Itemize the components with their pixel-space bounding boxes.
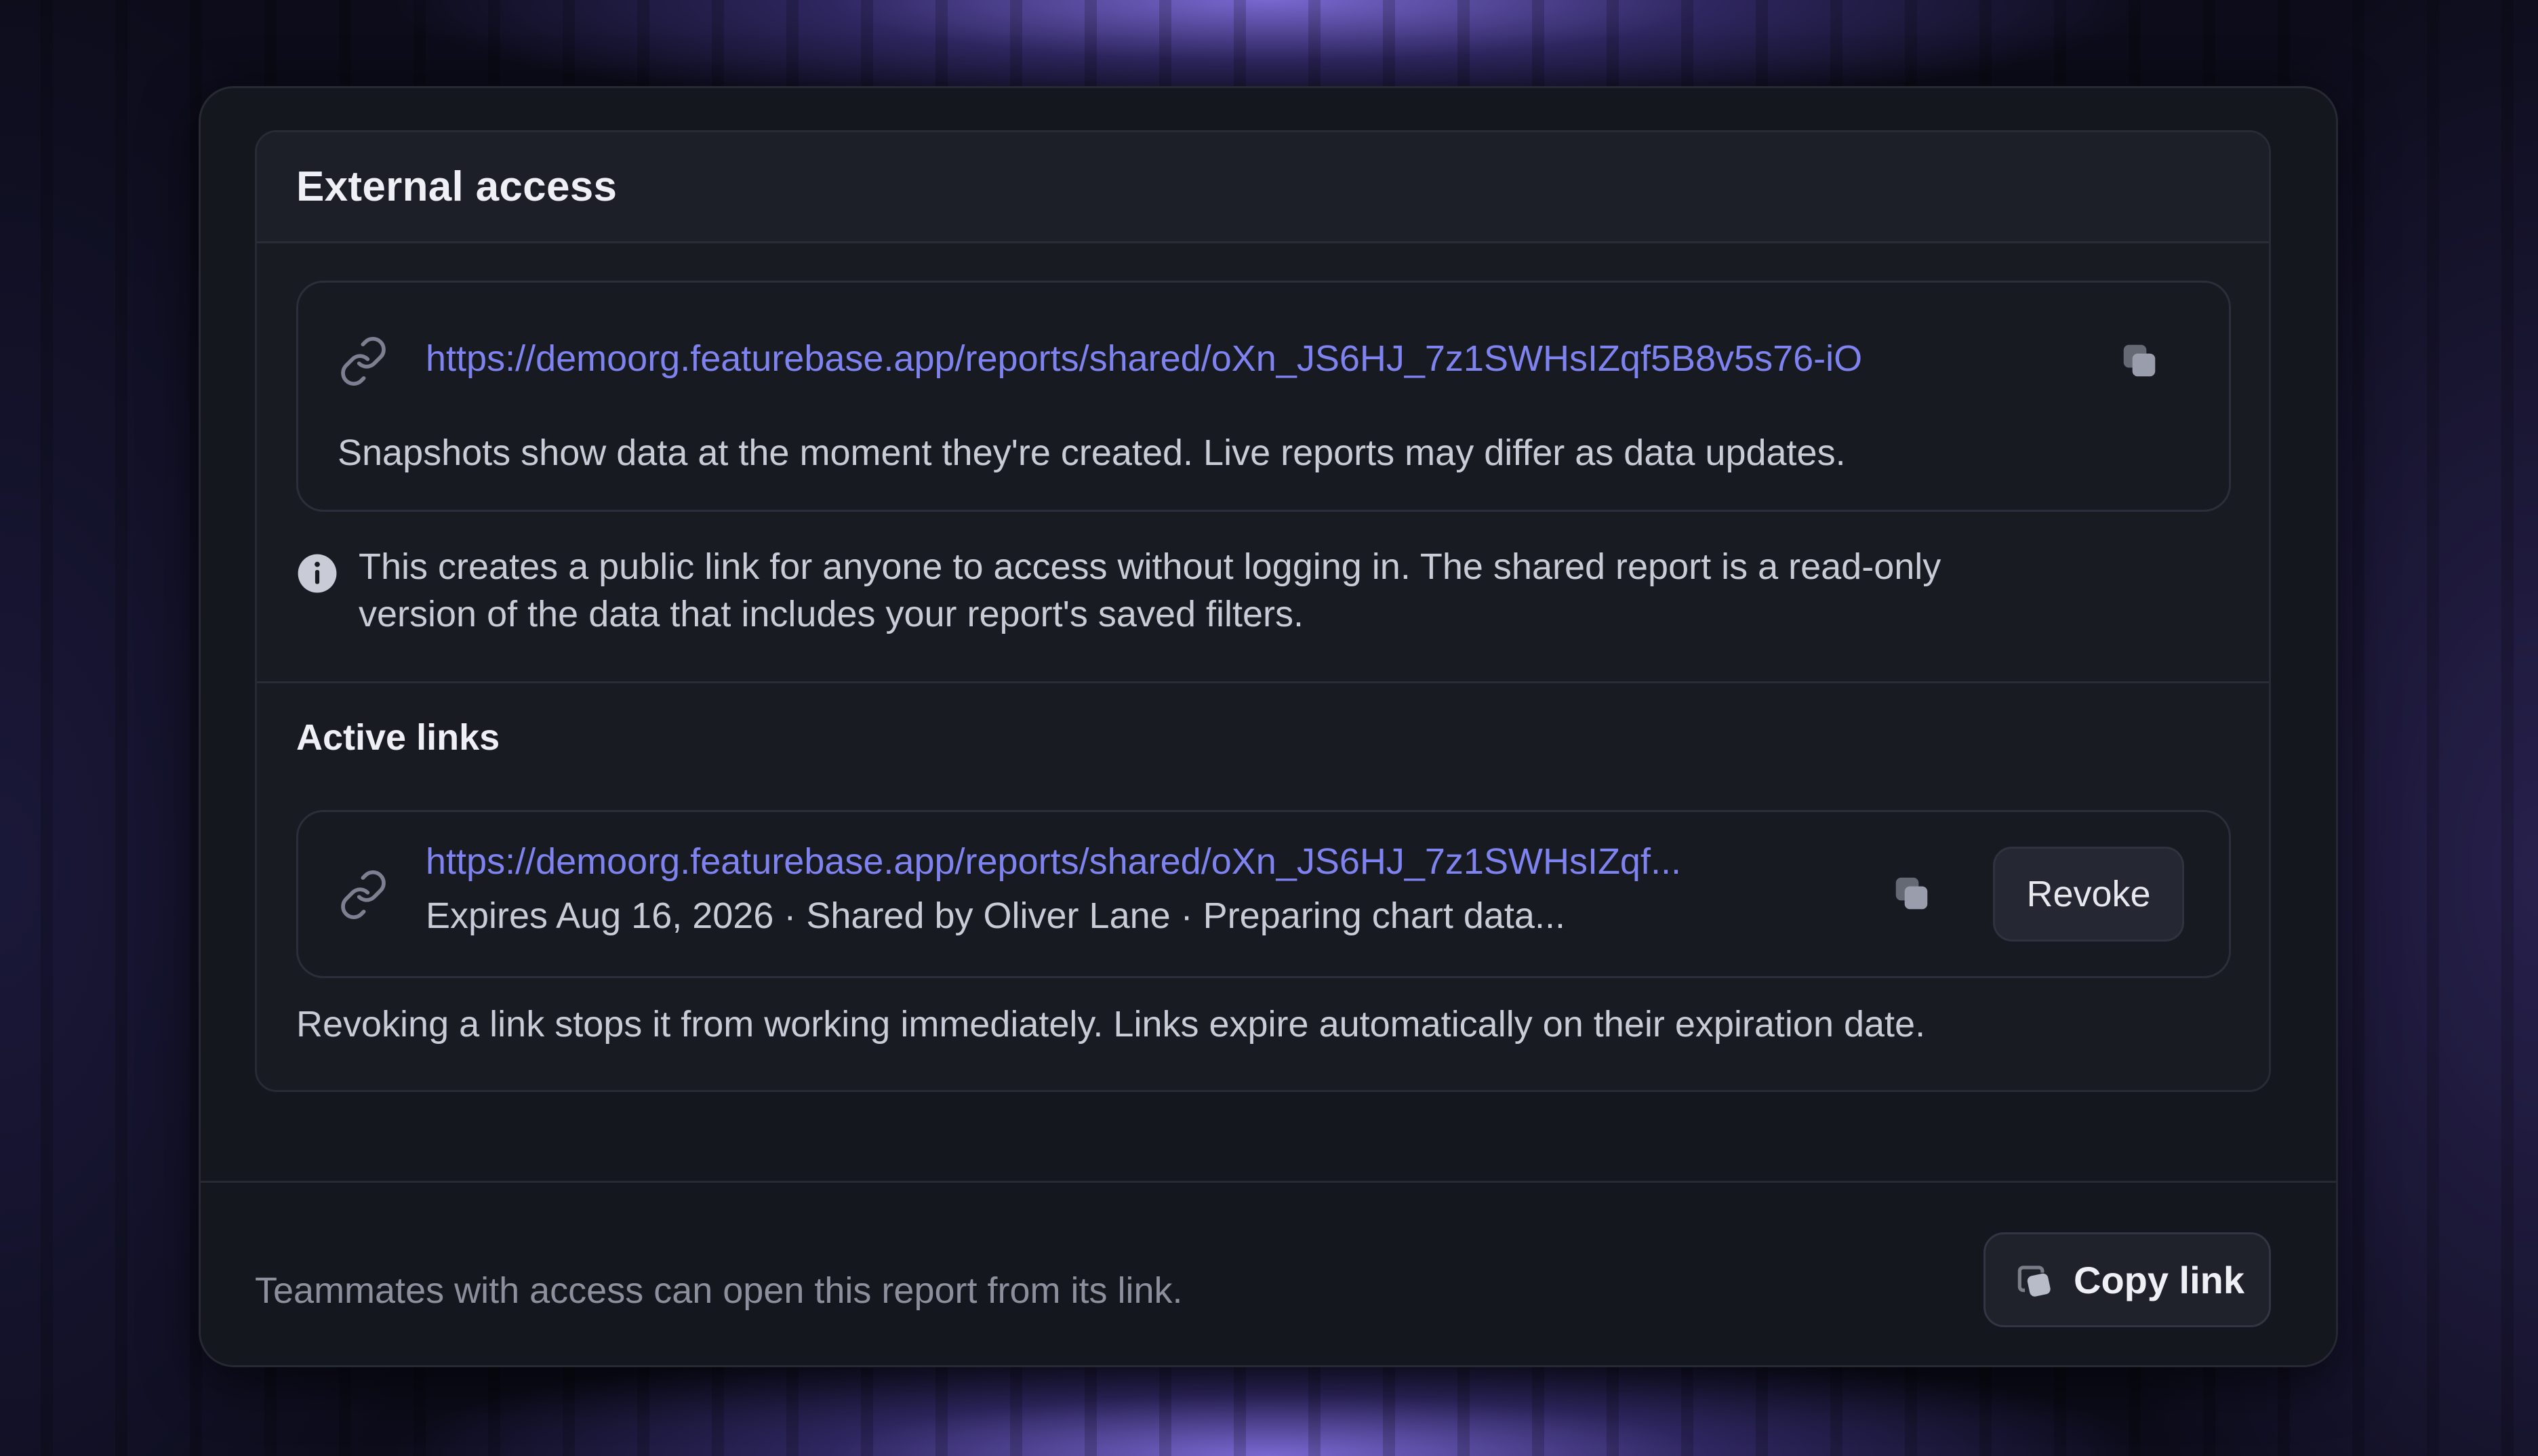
copy-active-link-icon[interactable] xyxy=(1891,872,1933,914)
active-link-meta: Expires Aug 16, 2026 · Shared by Oliver … xyxy=(426,895,1565,936)
revoke-button[interactable]: Revoke xyxy=(1993,847,2184,942)
active-link-url[interactable]: https://demoorg.featurebase.app/reports/… xyxy=(426,841,1681,883)
snapshot-link-box: https://demoorg.featurebase.app/reports/… xyxy=(296,281,2231,512)
snapshot-note: Snapshots show data at the moment they'r… xyxy=(338,432,1846,473)
copy-link-button[interactable]: Copy link xyxy=(1983,1232,2271,1327)
modal-footer: Teammates with access can open this repo… xyxy=(201,1181,2336,1365)
active-links-title: Active links xyxy=(296,717,500,758)
link-icon xyxy=(338,336,389,387)
external-access-panel: External access https://demoorg.featureb… xyxy=(255,130,2271,1092)
active-link-row: https://demoorg.featurebase.app/reports/… xyxy=(296,810,2231,978)
snapshot-url-link[interactable]: https://demoorg.featurebase.app/reports/… xyxy=(426,338,1862,380)
revoke-note: Revoking a link stops it from working im… xyxy=(296,1004,1926,1045)
panel-title: External access xyxy=(296,163,618,210)
link-icon xyxy=(338,869,389,921)
info-icon xyxy=(296,552,338,594)
panel-header: External access xyxy=(257,132,2269,243)
section-divider xyxy=(257,681,2269,683)
footer-text: Teammates with access can open this repo… xyxy=(255,1270,1183,1311)
info-text-line1: This creates a public link for anyone to… xyxy=(359,546,1941,587)
copy-url-icon[interactable] xyxy=(2118,340,2160,382)
info-text-line2: version of the data that includes your r… xyxy=(359,594,1304,634)
share-modal: External access https://demoorg.featureb… xyxy=(199,86,2338,1367)
copy-link-label: Copy link xyxy=(2074,1258,2245,1301)
copy-link-icon xyxy=(2017,1266,2051,1297)
